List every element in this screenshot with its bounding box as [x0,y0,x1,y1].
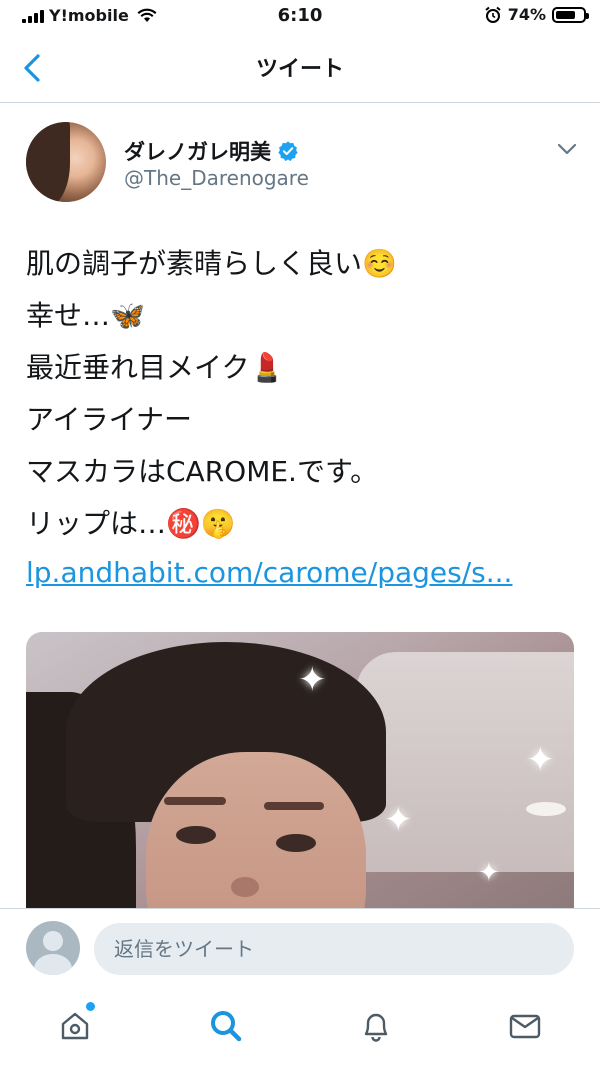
author-handle[interactable]: @The_Darenogare [124,166,309,190]
user-avatar[interactable] [26,921,80,975]
sparkle-icon: ✦ [526,740,555,780]
author-name-row[interactable]: ダレノガレ明美 [124,136,299,166]
status-right: 74% [484,5,589,24]
reply-input[interactable]: 返信をツイート [94,923,574,975]
home-icon [61,1012,89,1040]
battery-icon [552,6,589,23]
more-options-button[interactable] [552,136,582,162]
search-icon [211,1011,242,1042]
tab-bar [0,988,600,1067]
bell-icon [364,1013,388,1042]
alarm-icon [485,6,501,23]
tweet-link[interactable]: lp.andhabit.com/carome/pages/s... [26,556,512,589]
battery-fill [556,10,576,19]
page-title: ツイート [255,57,344,82]
author-name: ダレノガレ明美 [124,140,271,164]
tab-notifications[interactable] [346,998,406,1054]
chevron-down-icon [557,143,577,155]
status-bar: Y!mobile 6:10 74% [0,0,600,36]
nav-bar: ツイート [0,36,600,103]
battery-percent: 74% [507,5,546,24]
tab-home[interactable] [45,998,105,1054]
verified-badge-icon [278,141,298,162]
tab-search[interactable] [196,998,256,1054]
tab-messages[interactable] [495,998,555,1054]
mail-icon [509,1014,541,1039]
reply-bar: 返信をツイート [0,908,600,989]
sparkle-icon: ✦ [298,660,327,700]
sparkle-icon: ✦ [384,800,413,840]
tweet-text: 肌の調子が素晴らしく良い☺️ 幸せ…🦋 最近垂れ目メイク💄 アイライナー マスカ… [26,247,397,540]
notification-dot [86,1002,95,1011]
tweet-photo[interactable]: ✦ ✦ ✦ ✦ [26,632,574,932]
sparkle-icon: ✦ [478,858,500,888]
author-avatar[interactable] [26,122,106,202]
